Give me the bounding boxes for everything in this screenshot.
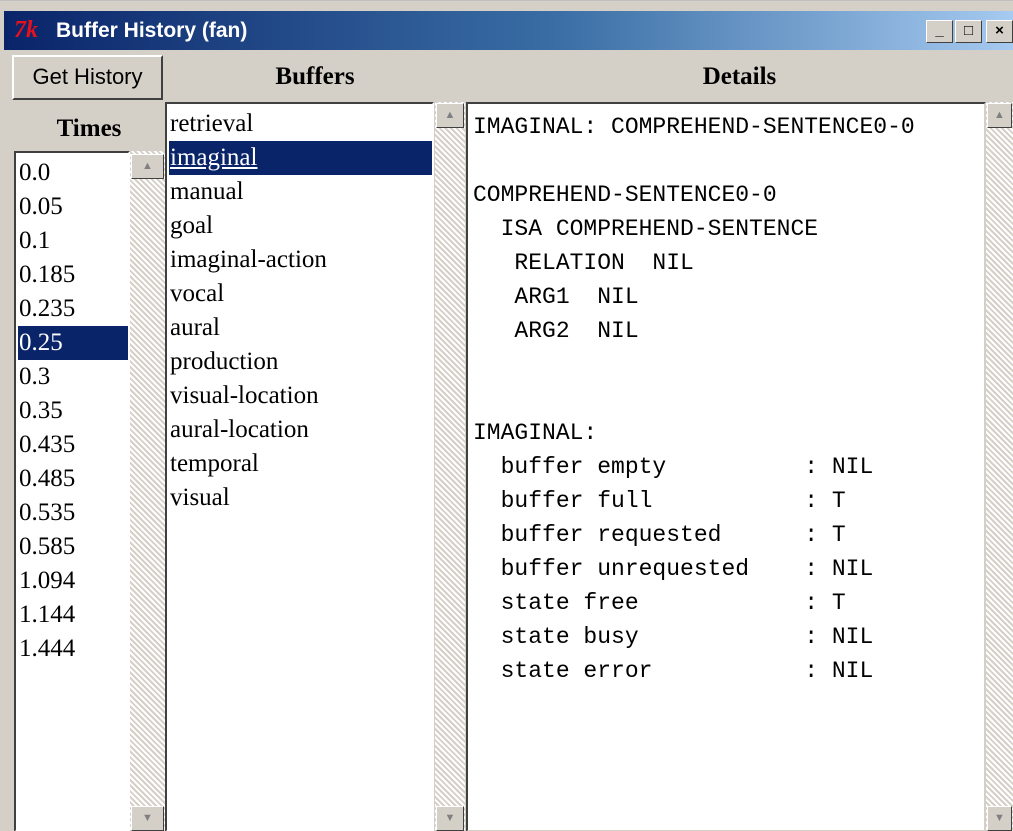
detail-line: buffer full : T — [473, 488, 846, 514]
buffers-header: Buffers — [275, 63, 355, 90]
window-title: Buffer History (fan) — [56, 19, 248, 42]
buffer-list-item[interactable]: vocal — [169, 277, 432, 311]
time-list-item[interactable]: 0.535 — [18, 496, 128, 530]
detail-line: state free : T — [473, 590, 846, 616]
detail-line: ARG2 NIL — [473, 318, 639, 344]
detail-line: RELATION NIL — [473, 250, 694, 276]
buffer-list-item[interactable]: imaginal — [169, 141, 432, 175]
time-list-item[interactable]: 0.3 — [18, 360, 128, 394]
tk-feather-icon: 7k — [14, 17, 38, 43]
minimize-button[interactable]: _ — [926, 20, 953, 43]
detail-line: ISA COMPREHEND-SENTENCE — [473, 216, 819, 242]
detail-line: state error : NIL — [473, 658, 874, 684]
maximize-button[interactable]: □ — [955, 20, 982, 43]
time-list-item[interactable]: 1.094 — [18, 564, 128, 598]
buffer-list-item[interactable]: imaginal-action — [169, 243, 432, 277]
detail-line: buffer requested : T — [473, 522, 846, 548]
details-header: Details — [702, 63, 777, 90]
buffer-list-item[interactable]: visual-location — [169, 379, 432, 413]
time-list-item[interactable]: 0.235 — [18, 292, 128, 326]
buffer-list-item[interactable]: temporal — [169, 447, 432, 481]
scroll-down-arrow-icon[interactable]: ▼ — [131, 806, 164, 831]
close-button[interactable]: × — [986, 20, 1013, 43]
buffers-scrollbar[interactable]: ▲ ▼ — [435, 102, 465, 831]
detail-line: IMAGINAL: — [473, 420, 598, 446]
scroll-up-arrow-icon[interactable]: ▲ — [436, 103, 464, 128]
time-list-item[interactable]: 0.585 — [18, 530, 128, 564]
buffer-list-item[interactable]: retrieval — [169, 107, 432, 141]
times-header: Times — [56, 115, 122, 142]
time-list-item[interactable]: 1.444 — [18, 632, 128, 666]
buffer-list-item[interactable]: visual — [169, 481, 432, 515]
buffer-list-item[interactable]: manual — [169, 175, 432, 209]
buffer-list-item[interactable]: production — [169, 345, 432, 379]
scroll-up-arrow-icon[interactable]: ▲ — [131, 154, 164, 179]
time-list-item[interactable]: 0.0 — [18, 156, 128, 190]
scroll-up-arrow-icon[interactable]: ▲ — [987, 103, 1012, 128]
buffer-list-item[interactable]: aural-location — [169, 413, 432, 447]
get-history-button[interactable]: Get History — [12, 55, 163, 100]
details-text[interactable]: IMAGINAL: COMPREHEND-SENTENCE0-0 COMPREHE… — [466, 102, 986, 831]
times-scrollbar[interactable]: ▲ ▼ — [130, 151, 165, 831]
detail-line: COMPREHEND-SENTENCE0-0 — [473, 182, 777, 208]
time-list-item[interactable]: 1.144 — [18, 598, 128, 632]
buffer-list-item[interactable]: goal — [169, 209, 432, 243]
title-bar[interactable]: 7k Buffer History (fan) _ □ × — [4, 11, 1013, 50]
time-list-item[interactable]: 0.485 — [18, 462, 128, 496]
time-list-item[interactable]: 0.35 — [18, 394, 128, 428]
buffer-history-window: 7k Buffer History (fan) _ □ × Get Histor… — [0, 0, 1013, 831]
details-scrollbar[interactable]: ▲ ▼ — [986, 102, 1013, 831]
time-list-item[interactable]: 0.05 — [18, 190, 128, 224]
times-list[interactable]: 0.0 0.05 0.1 0.185 0.235 0.25 0.3 0.35 0.435 0.48… — [14, 151, 130, 831]
detail-line: buffer empty : NIL — [473, 454, 874, 480]
time-list-item[interactable]: 0.185 — [18, 258, 128, 292]
detail-line: buffer unrequested : NIL — [473, 556, 874, 582]
detail-line: ARG1 NIL — [473, 284, 639, 310]
detail-line: state busy : NIL — [473, 624, 874, 650]
buffer-list-item[interactable]: aural — [169, 311, 432, 345]
scroll-down-arrow-icon[interactable]: ▼ — [987, 806, 1012, 831]
buffers-list[interactable]: retrieval imaginal manual goal imaginal-acti… — [165, 102, 434, 831]
time-list-item[interactable]: 0.1 — [18, 224, 128, 258]
time-list-item[interactable]: 0.435 — [18, 428, 128, 462]
detail-line: IMAGINAL: COMPREHEND-SENTENCE0-0 — [473, 114, 915, 140]
scroll-down-arrow-icon[interactable]: ▼ — [436, 806, 464, 831]
time-list-item[interactable]: 0.25 — [18, 326, 128, 360]
